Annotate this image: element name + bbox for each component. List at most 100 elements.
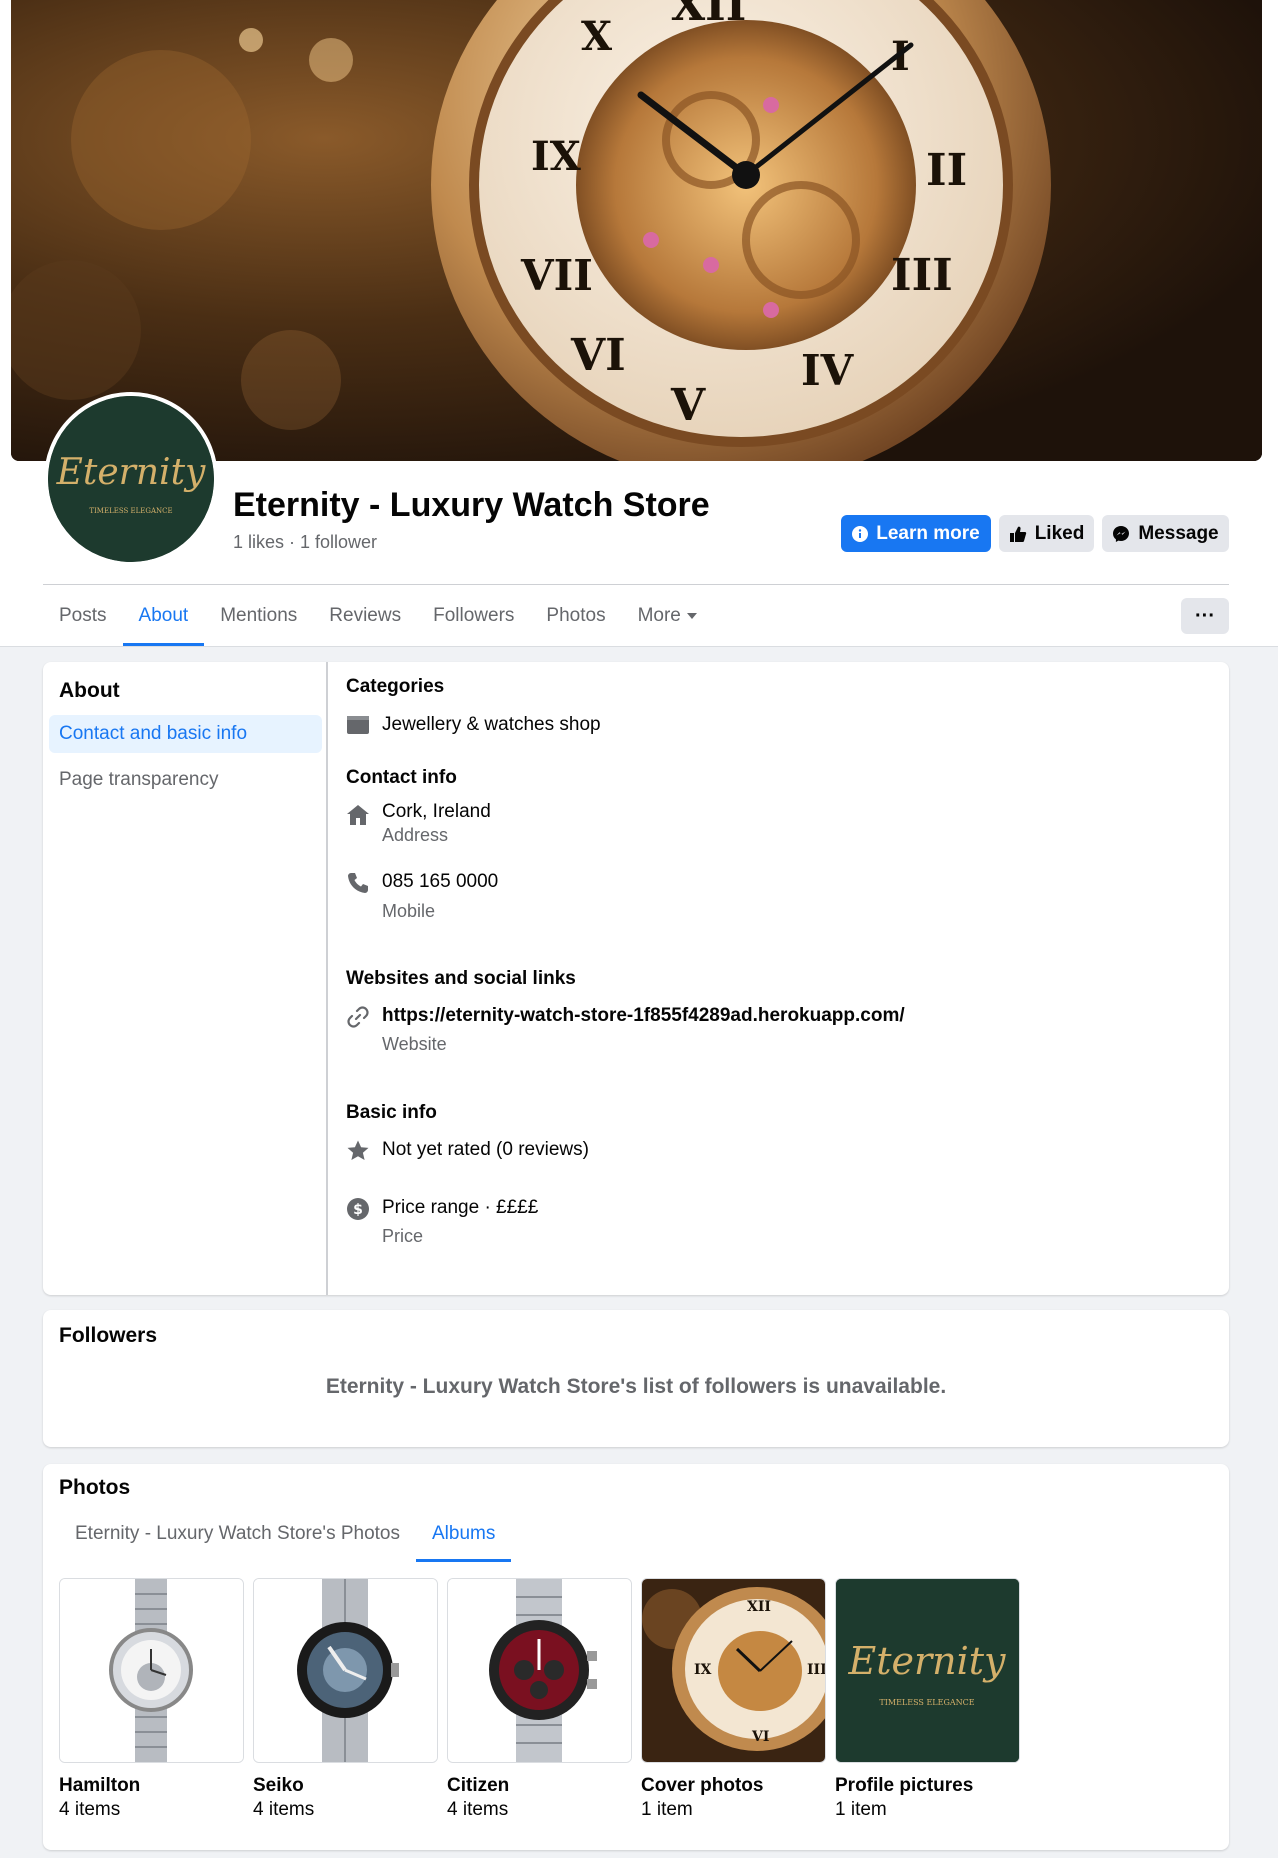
album-name: Cover photos bbox=[641, 1775, 764, 1796]
tab-followers[interactable]: Followers bbox=[417, 594, 530, 646]
contact-info-title: Contact info bbox=[346, 767, 457, 788]
category-icon bbox=[347, 716, 369, 734]
link-icon bbox=[347, 1006, 369, 1028]
silver-watch-image bbox=[60, 1579, 243, 1762]
album-cover-photos[interactable]: XII III VI IX Cover photos 1 item bbox=[641, 1578, 826, 1820]
page-stats: 1 likes · 1 follower bbox=[233, 532, 378, 552]
tab-posts[interactable]: Posts bbox=[43, 594, 123, 646]
tab-store-photos[interactable]: Eternity - Luxury Watch Store's Photos bbox=[59, 1514, 416, 1562]
website-link[interactable]: https://eternity-watch-store-1f855f4289a… bbox=[382, 1004, 905, 1028]
price-value: Price range · ££££ bbox=[382, 1197, 539, 1218]
svg-text:TIMELESS ELEGANCE: TIMELESS ELEGANCE bbox=[879, 1698, 974, 1707]
album-count: 4 items bbox=[59, 1799, 121, 1820]
album-thumbnail: XII III VI IX bbox=[641, 1578, 826, 1763]
about-sidebar: About Contact and basic info Page transp… bbox=[43, 662, 328, 1295]
album-count: 4 items bbox=[253, 1799, 315, 1820]
rating-value: Not yet rated (0 reviews) bbox=[382, 1139, 589, 1160]
phone-value: 085 165 0000 bbox=[382, 871, 499, 892]
album-thumbnail bbox=[253, 1578, 438, 1763]
photos-title: Photos bbox=[59, 1476, 131, 1499]
address-value: Cork, Ireland bbox=[382, 801, 491, 822]
about-content: Categories Jewellery & watches shop Cont… bbox=[346, 662, 1226, 1295]
about-card: About Contact and basic info Page transp… bbox=[43, 662, 1229, 1295]
album-name: Profile pictures bbox=[835, 1775, 974, 1796]
album-hamilton[interactable]: Hamilton 4 items bbox=[59, 1578, 244, 1820]
svg-text:V: V bbox=[670, 380, 706, 431]
album-seiko[interactable]: Seiko 4 items bbox=[253, 1578, 438, 1820]
album-count: 1 item bbox=[641, 1799, 693, 1820]
photos-card: Photos Eternity - Luxury Watch Store's P… bbox=[43, 1464, 1229, 1850]
album-name: Seiko bbox=[253, 1775, 304, 1796]
album-thumbnail bbox=[59, 1578, 244, 1763]
followers-title: Followers bbox=[59, 1324, 158, 1347]
svg-text:II: II bbox=[926, 145, 967, 196]
svg-text:$: $ bbox=[353, 1202, 363, 1218]
header-divider bbox=[43, 584, 1229, 585]
svg-text:VI: VI bbox=[570, 330, 626, 381]
album-citizen[interactable]: Citizen 4 items bbox=[447, 1578, 632, 1820]
svg-text:X: X bbox=[581, 13, 612, 60]
info-icon bbox=[852, 525, 869, 542]
liked-button[interactable]: Liked bbox=[999, 515, 1094, 552]
profile-avatar[interactable]: Eternity TIMELESS ELEGANCE bbox=[44, 392, 218, 566]
album-profile-pictures[interactable]: Eternity TIMELESS ELEGANCE Profile pictu… bbox=[835, 1578, 1020, 1820]
liked-label: Liked bbox=[1034, 522, 1085, 544]
sidebar-item-contact-basic-info[interactable]: Contact and basic info bbox=[49, 715, 322, 753]
pocket-watch-thumb-image: XII III VI IX bbox=[642, 1579, 825, 1762]
album-thumbnail bbox=[447, 1578, 632, 1763]
svg-text:IV: IV bbox=[801, 346, 855, 395]
phone-icon bbox=[348, 873, 368, 893]
website-label: Website bbox=[382, 1034, 447, 1054]
learn-more-button[interactable]: Learn more bbox=[841, 515, 991, 552]
tab-reviews[interactable]: Reviews bbox=[313, 594, 417, 646]
svg-text:VI: VI bbox=[751, 1729, 769, 1745]
album-count: 4 items bbox=[447, 1799, 509, 1820]
sidebar-item-page-transparency[interactable]: Page transparency bbox=[49, 761, 322, 799]
eternity-logo-thumb: Eternity TIMELESS ELEGANCE bbox=[836, 1579, 1019, 1762]
tab-mentions[interactable]: Mentions bbox=[204, 594, 313, 646]
svg-text:IX: IX bbox=[531, 133, 581, 180]
svg-text:III: III bbox=[891, 250, 953, 301]
more-options-button[interactable]: ··· bbox=[1181, 598, 1229, 634]
cover-photo[interactable]: XII I II III IV V VI VII IX X bbox=[11, 0, 1262, 461]
svg-text:VII: VII bbox=[520, 251, 593, 300]
websites-title: Websites and social links bbox=[346, 968, 576, 989]
svg-text:Eternity: Eternity bbox=[56, 452, 206, 493]
phone-label: Mobile bbox=[382, 901, 436, 921]
diver-watch-image bbox=[254, 1579, 437, 1762]
thumbs-up-icon bbox=[1009, 526, 1026, 542]
page-header: XII I II III IV V VI VII IX X Eternity T… bbox=[0, 0, 1278, 647]
svg-text:Eternity: Eternity bbox=[847, 1639, 1006, 1683]
caret-down-icon bbox=[686, 612, 697, 619]
price-label: Price bbox=[382, 1226, 424, 1246]
page-tabs: Posts About Mentions Reviews Followers P… bbox=[43, 594, 713, 646]
followers-card: Followers Eternity - Luxury Watch Store'… bbox=[43, 1310, 1229, 1447]
message-label: Message bbox=[1138, 522, 1219, 544]
album-name: Citizen bbox=[447, 1775, 510, 1796]
photos-tabs: Eternity - Luxury Watch Store's Photos A… bbox=[59, 1514, 512, 1562]
tab-more[interactable]: More bbox=[622, 594, 713, 646]
tab-about[interactable]: About bbox=[122, 594, 205, 646]
home-icon bbox=[347, 805, 369, 825]
message-button[interactable]: Message bbox=[1102, 515, 1229, 552]
svg-text:XII: XII bbox=[747, 1599, 771, 1615]
album-name: Hamilton bbox=[59, 1775, 141, 1796]
svg-text:XII: XII bbox=[671, 0, 746, 31]
followers-unavailable-message: Eternity - Luxury Watch Store's list of … bbox=[325, 1375, 947, 1398]
tab-photos[interactable]: Photos bbox=[530, 594, 621, 646]
svg-text:III: III bbox=[807, 1662, 825, 1678]
categories-title: Categories bbox=[346, 676, 445, 697]
tab-more-label: More bbox=[637, 605, 681, 626]
album-count: 1 item bbox=[835, 1799, 887, 1820]
star-icon bbox=[347, 1140, 369, 1160]
basic-info-title: Basic info bbox=[346, 1102, 437, 1123]
eternity-logo: Eternity TIMELESS ELEGANCE bbox=[48, 396, 214, 562]
messenger-icon bbox=[1113, 525, 1130, 542]
category-value: Jewellery & watches shop bbox=[382, 714, 601, 735]
svg-text:TIMELESS ELEGANCE: TIMELESS ELEGANCE bbox=[89, 507, 172, 515]
price-icon: $ bbox=[347, 1198, 369, 1220]
tab-albums[interactable]: Albums bbox=[416, 1514, 512, 1562]
svg-text:IX: IX bbox=[694, 1662, 712, 1678]
address-label: Address bbox=[382, 825, 449, 845]
learn-more-label: Learn more bbox=[876, 522, 980, 544]
